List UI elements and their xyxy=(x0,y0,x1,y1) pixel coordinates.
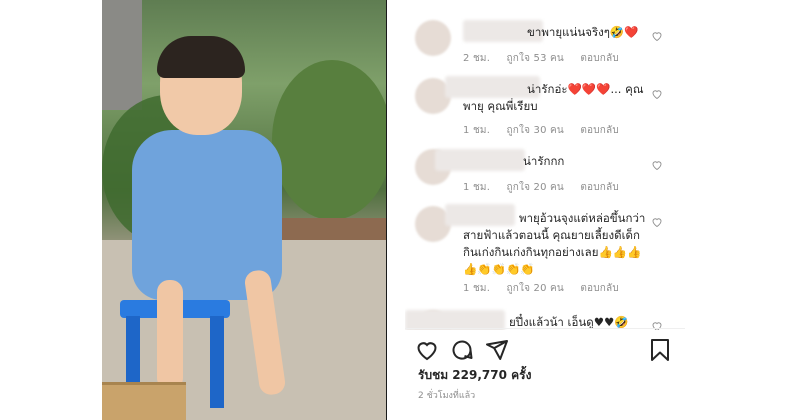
comment-item: น่ารักกก 1 ชม. ถูกใจ 20 คน ตอบกลับ xyxy=(405,147,665,197)
post-video[interactable] xyxy=(102,0,386,420)
comment-meta: 2 ชม. ถูกใจ 53 คน ตอบกลับ xyxy=(463,51,632,66)
post-timestamp: 2 ชั่วโมงที่แล้ว xyxy=(418,391,476,401)
comment-icon[interactable] xyxy=(450,338,474,362)
comment-meta: 1 ชม. ถูกใจ 30 คน ตอบกลับ xyxy=(463,123,632,138)
child-leg-left xyxy=(157,280,183,390)
comment-like-count[interactable]: ถูกใจ 53 คน xyxy=(507,53,564,64)
comment-meta: 1 ชม. ถูกใจ 20 คน ตอบกลับ xyxy=(463,281,632,296)
bush-right xyxy=(272,60,386,220)
comment-time: 2 ชม. xyxy=(463,53,491,64)
media-divider xyxy=(386,0,387,420)
comment-text: น่ารักอ่ะ❤️❤️❤️... คุณพายุ คุณพี่เรียบ xyxy=(463,82,644,113)
wicker-basket xyxy=(102,382,186,420)
view-count[interactable]: รับชม 229,770 ครั้ง xyxy=(418,366,531,385)
comment-meta: 1 ชม. ถูกใจ 20 คน ตอบกลับ xyxy=(463,180,632,195)
comment-item: พายุอ้วนจุงแต่หล่อขึ้นกว่าสายฟ้าแล้วตอนน… xyxy=(405,204,665,304)
comment-time: 1 ชม. xyxy=(463,125,491,136)
share-icon[interactable] xyxy=(485,338,509,362)
comment-like-count[interactable]: ถูกใจ 30 คน xyxy=(507,125,564,136)
heart-icon[interactable] xyxy=(651,88,663,100)
reply-link[interactable]: ตอบกลับ xyxy=(580,53,619,64)
comment-item: ขาพายุแน่นจริงๆ🤣❤️ 2 ชม. ถูกใจ 53 คน ตอบ… xyxy=(405,18,665,68)
comment-text: น่ารักกก xyxy=(523,154,565,168)
comment-text: ขาพายุแน่นจริงๆ🤣❤️ xyxy=(527,25,639,39)
comment-time: 1 ชม. xyxy=(463,182,491,193)
post-actions xyxy=(415,338,670,362)
child-hair xyxy=(157,36,245,78)
comment-like-count[interactable]: ถูกใจ 20 คน xyxy=(507,283,564,294)
avatar[interactable] xyxy=(415,20,451,56)
reply-link[interactable]: ตอบกลับ xyxy=(580,283,619,294)
actions-divider xyxy=(405,328,685,329)
post-frame: ขาพายุแน่นจริงๆ🤣❤️ 2 ชม. ถูกใจ 53 คน ตอบ… xyxy=(102,0,685,420)
heart-icon[interactable] xyxy=(651,159,663,171)
comment-item: ยปึ๋งแล้วน้า เอ็นดู♥♥🤣 xyxy=(405,308,665,330)
bookmark-icon[interactable] xyxy=(648,338,672,362)
reply-link[interactable]: ตอบกลับ xyxy=(580,182,619,193)
comment-text: พายุอ้วนจุงแต่หล่อขึ้นกว่าสายฟ้าแล้วตอนน… xyxy=(463,211,646,276)
heart-icon[interactable] xyxy=(651,216,663,228)
stone-wall xyxy=(102,0,142,110)
comment-like-count[interactable]: ถูกใจ 20 คน xyxy=(507,182,564,193)
heart-icon[interactable] xyxy=(651,30,663,42)
comment-item: น่ารักอ่ะ❤️❤️❤️... คุณพายุ คุณพี่เรียบ 1… xyxy=(405,76,665,138)
heart-icon[interactable] xyxy=(415,338,439,362)
reply-link[interactable]: ตอบกลับ xyxy=(580,125,619,136)
comment-time: 1 ชม. xyxy=(463,283,491,294)
comments-list: ขาพายุแน่นจริงๆ🤣❤️ 2 ชม. ถูกใจ 53 คน ตอบ… xyxy=(405,0,685,330)
